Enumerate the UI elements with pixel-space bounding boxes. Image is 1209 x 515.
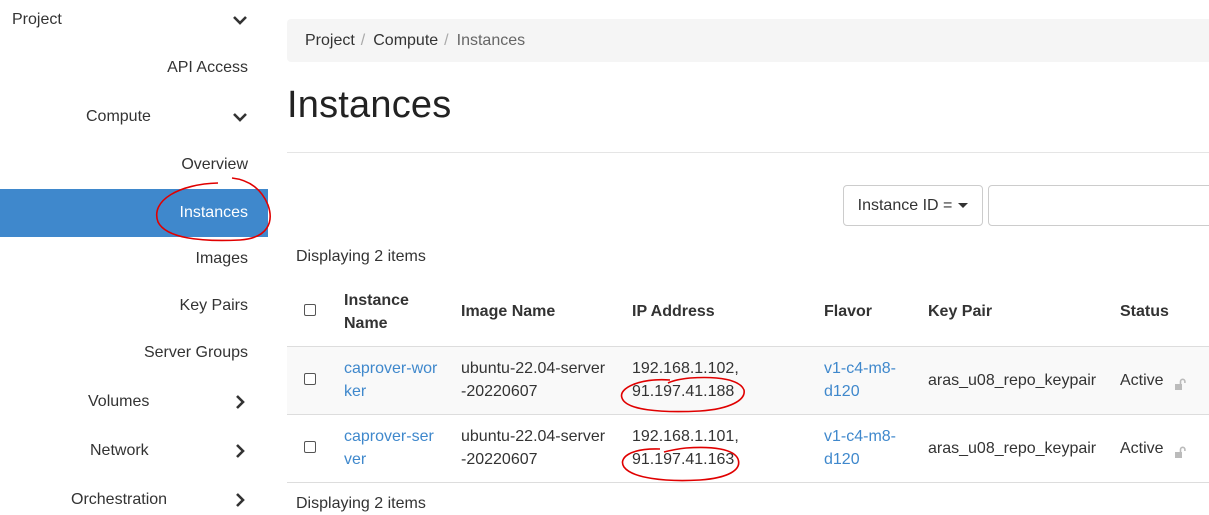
sidebar-item-project[interactable]: Project bbox=[0, 0, 268, 44]
key-pair-cell: aras_u08_repo_keypair bbox=[928, 439, 1097, 457]
table-header-row: Instance Name Image Name IP Address Flavo… bbox=[287, 278, 1209, 346]
column-header-image-name[interactable]: Image Name bbox=[461, 278, 632, 346]
sidebar-item-label: Images bbox=[195, 250, 248, 267]
filter-field-dropdown[interactable]: Instance ID = bbox=[843, 185, 983, 226]
sidebar-item-api-access[interactable]: API Access bbox=[0, 44, 268, 92]
instance-name-link[interactable]: caprover-ser ver bbox=[344, 428, 434, 468]
filter-field-label: Instance ID = bbox=[857, 196, 953, 214]
sidebar-item-label: Orchestration bbox=[71, 491, 168, 508]
select-all-checkbox[interactable] bbox=[304, 304, 316, 317]
item-count-top: Displaying 2 items bbox=[296, 248, 426, 265]
image-name-cell: ubuntu-22.04-server -20220607 bbox=[461, 360, 606, 400]
sidebar-item-label: API Access bbox=[167, 59, 248, 76]
sidebar-item-label: Volumes bbox=[88, 393, 150, 410]
sidebar: Project API Access Compute Overview Inst… bbox=[0, 0, 268, 515]
sidebar-item-orchestration[interactable]: Orchestration bbox=[0, 476, 268, 515]
instances-table: Instance Name Image Name IP Address Flavo… bbox=[287, 278, 1209, 483]
breadcrumb-current: Instances bbox=[456, 31, 526, 49]
column-header-status[interactable]: Status bbox=[1120, 278, 1209, 346]
sidebar-item-label: Instances bbox=[179, 204, 248, 221]
sidebar-item-label: Key Pairs bbox=[179, 297, 248, 314]
column-header-flavor[interactable]: Flavor bbox=[824, 278, 928, 346]
key-pair-cell: aras_u08_repo_keypair bbox=[928, 371, 1097, 389]
status-cell: Active bbox=[1120, 346, 1209, 414]
chevron-right-icon bbox=[230, 441, 250, 461]
item-count-bottom: Displaying 2 items bbox=[296, 495, 426, 512]
image-name-cell: ubuntu-22.04-server -20220607 bbox=[461, 428, 606, 468]
breadcrumb-compute[interactable]: Compute bbox=[373, 32, 438, 50]
column-header-key-pair[interactable]: Key Pair bbox=[928, 278, 1120, 346]
filter-input[interactable] bbox=[988, 185, 1209, 226]
chevron-down-icon bbox=[230, 10, 250, 30]
breadcrumb-project[interactable]: Project bbox=[305, 32, 355, 50]
instance-name-link[interactable]: caprover-wor ker bbox=[344, 360, 437, 400]
sidebar-item-label: Project bbox=[12, 11, 62, 28]
sidebar-item-compute[interactable]: Compute bbox=[0, 93, 268, 141]
sidebar-item-key-pairs[interactable]: Key Pairs bbox=[0, 282, 268, 330]
breadcrumb-separator: / bbox=[360, 31, 366, 49]
ip-address-cell: 192.168.1.101, 91.197.41.163 bbox=[632, 428, 739, 468]
column-header-instance-name[interactable]: Instance Name bbox=[344, 278, 461, 346]
flavor-link[interactable]: v1-c4-m8- d120 bbox=[824, 428, 896, 468]
row-checkbox[interactable] bbox=[304, 440, 316, 453]
unlock-icon bbox=[1174, 374, 1186, 391]
sidebar-item-volumes[interactable]: Volumes bbox=[0, 378, 268, 426]
chevron-right-icon bbox=[230, 490, 250, 510]
sidebar-item-network[interactable]: Network bbox=[0, 427, 268, 475]
chevron-right-icon bbox=[230, 392, 250, 412]
sidebar-item-overview[interactable]: Overview bbox=[0, 141, 268, 189]
flavor-link[interactable]: v1-c4-m8- d120 bbox=[824, 360, 896, 400]
sidebar-item-label: Compute bbox=[86, 108, 151, 125]
table-row: caprover-wor ker ubuntu-22.04-server -2022… bbox=[287, 346, 1209, 414]
ip-address-cell: 192.168.1.102, 91.197.41.188 bbox=[632, 360, 739, 400]
row-checkbox[interactable] bbox=[304, 372, 316, 385]
sidebar-item-instances[interactable]: Instances bbox=[0, 189, 268, 237]
sidebar-item-images[interactable]: Images bbox=[0, 235, 268, 283]
sidebar-item-server-groups[interactable]: Server Groups bbox=[0, 329, 268, 377]
breadcrumb: Project / Compute / Instances bbox=[287, 19, 1209, 62]
sidebar-item-label: Overview bbox=[181, 156, 248, 173]
status-cell: Active bbox=[1120, 414, 1209, 482]
breadcrumb-separator: / bbox=[444, 31, 449, 49]
chevron-down-icon bbox=[230, 107, 250, 127]
caret-down-icon bbox=[958, 203, 969, 208]
column-header-ip-address[interactable]: IP Address bbox=[632, 278, 824, 346]
sidebar-item-label: Network bbox=[90, 442, 149, 459]
sidebar-item-label: Server Groups bbox=[143, 344, 248, 361]
table-row: caprover-ser ver ubuntu-22.04-server -2022… bbox=[287, 414, 1209, 482]
divider bbox=[287, 152, 1209, 153]
unlock-icon bbox=[1174, 442, 1186, 459]
page-title: Instances bbox=[287, 84, 452, 126]
